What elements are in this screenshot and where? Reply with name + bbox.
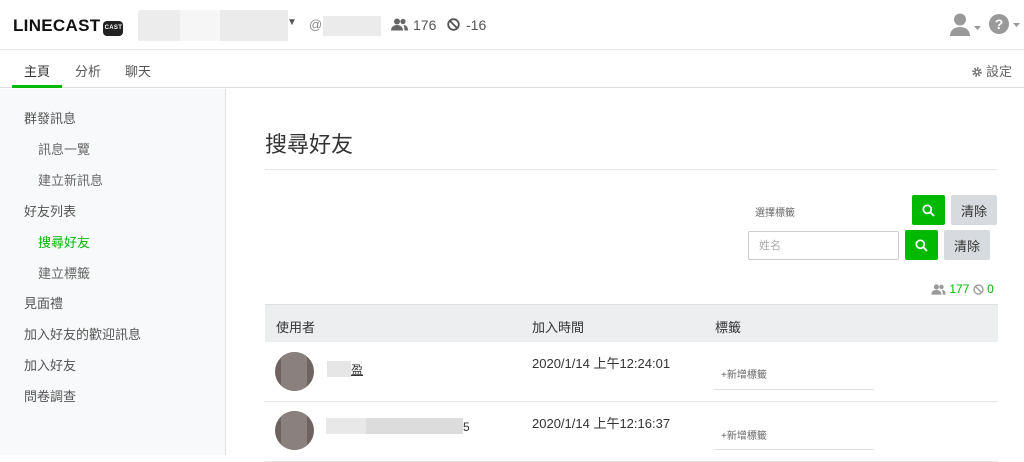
avatar [275,352,314,391]
account-select[interactable] [138,10,288,41]
user-name-suffix: 盈 [351,363,364,377]
blocked-icon [973,284,984,295]
user-name-suffix: 5 [463,420,470,434]
sidebar-item-broadcast[interactable]: 群發訊息 [24,108,76,127]
tag-clear-button[interactable]: 清除 [951,195,997,225]
sidebar: 群發訊息 訊息一覽 建立新訊息 好友列表 搜尋好友 建立標籤 見面禮 加入好友的… [0,89,226,455]
sidebar-item-new-message[interactable]: 建立新訊息 [38,170,103,189]
user-name-link[interactable]: 盈 [327,361,363,378]
column-tags: 標籤 [715,320,742,335]
linecast-logo[interactable]: LINECAST CAST [13,16,124,36]
table-row: 盈 2020/1/14 上午12:24:01 +新增標籤 [265,343,998,402]
sidebar-item-search-friends[interactable]: 搜尋好友 [38,232,90,251]
tab-chat[interactable]: 聊天 [125,61,151,80]
settings-link[interactable]: 設定 [971,61,1012,80]
logo-text: LINECAST [13,16,101,35]
sidebar-item-welcome-message[interactable]: 加入好友的歡迎訊息 [24,324,141,343]
active-tab-indicator [12,85,62,88]
friends-icon [391,18,408,31]
title-divider [265,169,997,170]
top-bar: LINECAST CAST ▼ @ 176 -16 ? [0,0,1024,50]
tab-bar: 主頁 分析 聊天 設定 [0,51,1024,88]
column-joined: 加入時間 [532,320,585,335]
gear-icon [972,67,982,77]
tag-select[interactable]: 選擇標籤 [755,204,795,219]
help-menu[interactable]: ? [988,13,1022,42]
table-row: 5 2020/1/14 上午12:16:37 +新增標籤 [265,403,998,462]
main-content: 搜尋好友 選擇標籤 清除 清除 177 0 使用者 加入時間 標籤 盈 [227,89,1024,462]
blocked-icon [447,18,460,31]
account-handle [323,16,381,36]
sidebar-item-message-list[interactable]: 訊息一覽 [38,139,90,158]
help-icon: ? [989,14,1020,34]
account-at-sign: @ [309,17,323,32]
tag-search-button[interactable] [912,195,945,225]
page-title: 搜尋好友 [265,132,354,157]
sidebar-item-add-friend[interactable]: 加入好友 [24,355,76,374]
name-search-input[interactable] [748,231,899,260]
settings-label: 設定 [985,64,1012,79]
result-blocked-count: 0 [987,282,994,296]
user-icon [950,13,981,36]
search-icon [922,203,935,217]
svg-text:?: ? [995,16,1004,32]
friends-icon [931,284,946,295]
table-header: 使用者 加入時間 標籤 [265,304,998,342]
user-name-link[interactable]: 5 [326,418,470,434]
logo-badge: CAST [103,21,124,36]
tab-analysis[interactable]: 分析 [75,61,101,80]
account-caret-icon[interactable]: ▼ [287,17,297,28]
joined-time: 2020/1/14 上午12:16:37 [532,416,671,431]
tag-divider [714,389,874,390]
sidebar-item-welcome-gift[interactable]: 見面禮 [24,293,63,312]
sidebar-item-create-tag[interactable]: 建立標籤 [38,263,90,282]
column-user: 使用者 [276,320,316,335]
blocked-count: -16 [466,17,487,33]
sidebar-item-survey[interactable]: 問卷調查 [24,386,76,405]
result-friends-count: 177 [949,282,970,296]
joined-time: 2020/1/14 上午12:24:01 [532,356,671,371]
user-menu[interactable] [950,13,984,42]
name-redacted [326,418,463,434]
name-clear-button[interactable]: 清除 [944,230,990,260]
name-search-button[interactable] [905,230,938,260]
avatar [275,411,314,450]
add-tag-link[interactable]: +新增標籤 [721,427,767,442]
sidebar-item-friend-list[interactable]: 好友列表 [24,201,76,220]
tab-home[interactable]: 主頁 [24,61,50,80]
tag-divider [714,449,874,450]
friends-count: 176 [413,17,437,33]
add-tag-link[interactable]: +新增標籤 [721,366,767,381]
result-stats: 177 0 [931,282,994,296]
name-redacted [327,361,351,377]
search-icon [915,238,928,252]
